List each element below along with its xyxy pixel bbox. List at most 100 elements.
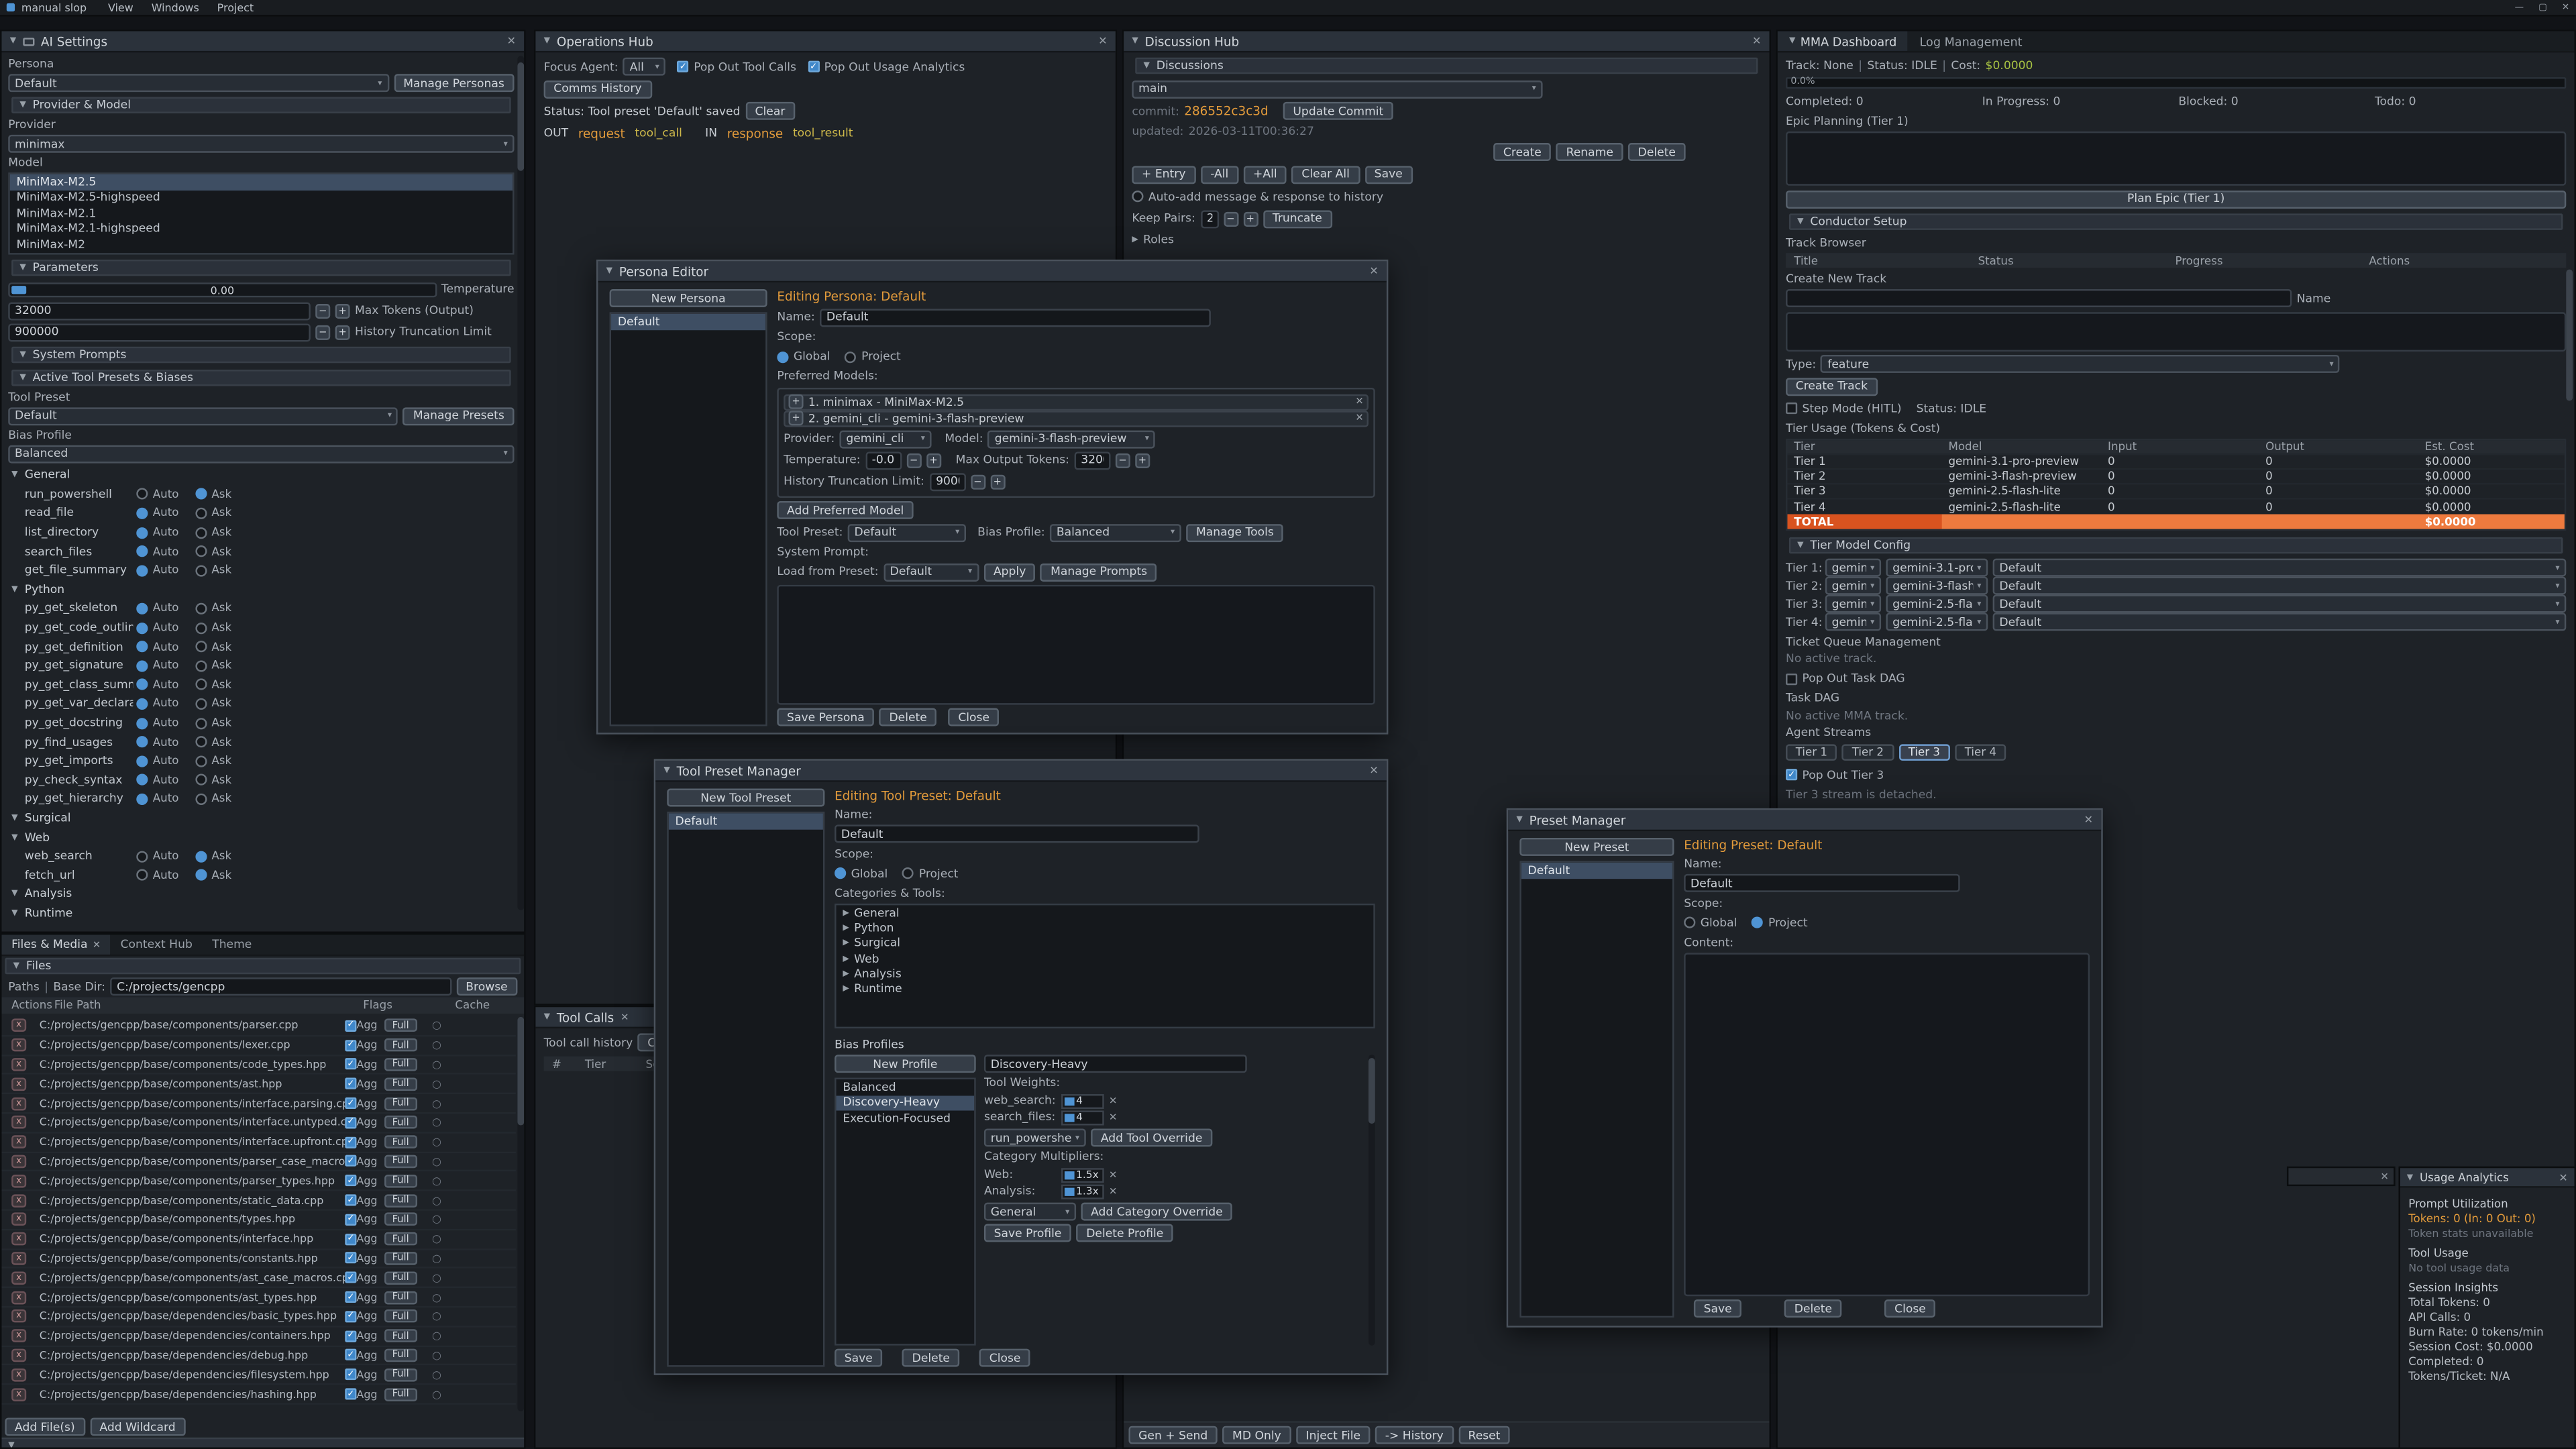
delete-button[interactable]: Delete — [902, 1349, 960, 1367]
remove-file-button[interactable]: x — [11, 1077, 26, 1091]
tier-model-select[interactable]: gemini-3-flash-preview▾ — [1886, 577, 1988, 595]
browse-button[interactable]: Browse — [456, 977, 518, 996]
delete-profile-button[interactable]: Delete Profile — [1077, 1224, 1173, 1242]
focus-agent-select[interactable]: All▾ — [623, 58, 666, 76]
increment-button[interactable]: + — [926, 453, 941, 468]
category-tree-item[interactable]: ▶Runtime — [837, 981, 1374, 997]
collapse-icon[interactable]: ▼ — [544, 36, 550, 46]
full-button[interactable]: Full — [384, 1213, 417, 1226]
tool-call-chip[interactable]: tool_call — [635, 127, 682, 140]
add-tool-select[interactable]: run_powershell▾ — [984, 1128, 1086, 1146]
auto-radio[interactable] — [136, 755, 148, 767]
remove-model-icon[interactable]: ✕ — [1355, 413, 1363, 424]
tier-provider-select[interactable]: gemini_cli▾ — [1825, 577, 1881, 595]
update-commit-button[interactable]: Update Commit — [1283, 102, 1393, 120]
keep-pairs-input[interactable] — [1200, 209, 1218, 227]
tab-context-hub[interactable]: Context Hub — [111, 934, 203, 954]
pop-out-dag-checkbox[interactable]: ✓ — [1786, 673, 1797, 684]
agg-checkbox[interactable]: ✓ — [345, 1136, 356, 1148]
persona-editor-header[interactable]: ▼ Persona Editor ✕ — [598, 261, 1387, 282]
reorder-model-button[interactable]: + — [789, 394, 804, 409]
remove-file-button[interactable]: x — [11, 1368, 26, 1381]
ask-radio[interactable] — [195, 488, 207, 500]
truncate-button[interactable]: Truncate — [1263, 209, 1332, 227]
remove-file-button[interactable]: x — [11, 1330, 26, 1343]
category-tree-item[interactable]: ▶Surgical — [837, 936, 1374, 951]
add-wildcard-button[interactable]: Add Wildcard — [90, 1417, 186, 1436]
multiplier-slider[interactable]: 1.5x — [1061, 1167, 1104, 1182]
remove-file-button[interactable]: x — [11, 1136, 26, 1149]
temperature-input[interactable] — [865, 451, 902, 469]
entry-button[interactable]: Clear All — [1292, 165, 1360, 183]
expand-icon[interactable]: ▶ — [843, 908, 849, 918]
collapse-icon[interactable]: ▼ — [1132, 36, 1138, 46]
auto-radio[interactable] — [136, 717, 148, 729]
decrement-button[interactable]: − — [315, 303, 330, 318]
agg-checkbox[interactable]: ✓ — [345, 1233, 356, 1244]
preset-content-textarea[interactable] — [1684, 953, 2090, 1295]
tier-model-select[interactable]: gemini-3.1-pro-preview▾ — [1886, 559, 1988, 577]
close-dialog-button[interactable]: Close — [1884, 1299, 1935, 1318]
full-button[interactable]: Full — [384, 1116, 417, 1130]
remove-file-button[interactable]: x — [11, 1174, 26, 1187]
parameters-section-header[interactable]: ▼Parameters — [11, 259, 511, 275]
increment-button[interactable]: + — [1243, 211, 1258, 226]
manage-presets-button[interactable]: Manage Presets — [403, 407, 514, 425]
scrollbar-thumb[interactable] — [2566, 270, 2573, 401]
increment-button[interactable]: + — [335, 325, 350, 339]
full-button[interactable]: Full — [384, 1348, 417, 1362]
auto-radio[interactable] — [136, 794, 148, 805]
increment-button[interactable]: + — [335, 303, 350, 318]
manage-prompts-button[interactable]: Manage Prompts — [1040, 563, 1157, 581]
agg-checkbox[interactable]: ✓ — [345, 1097, 356, 1109]
agg-checkbox[interactable]: ✓ — [345, 1330, 356, 1342]
scope-global-radio[interactable] — [835, 867, 846, 879]
ask-radio[interactable] — [195, 641, 207, 652]
tab-mma-dashboard[interactable]: ▼MMA Dashboard — [1778, 32, 1909, 51]
category-tree-item[interactable]: ▶Python — [837, 920, 1374, 936]
bias-profile-select[interactable]: Balanced▾ — [8, 444, 514, 462]
full-button[interactable]: Full — [384, 1310, 417, 1324]
entry-button[interactable]: + Entry — [1132, 165, 1195, 183]
tool-preset-name-input[interactable] — [835, 824, 1199, 843]
close-icon[interactable]: ✕ — [1369, 264, 1378, 278]
ask-radio[interactable] — [195, 755, 207, 767]
tier-model-select[interactable]: gemini-2.5-flash-lite▾ — [1886, 595, 1988, 613]
close-dialog-button[interactable]: Close — [979, 1349, 1030, 1367]
category-tree-item[interactable]: ▶Analysis — [837, 966, 1374, 981]
ask-radio[interactable] — [195, 736, 207, 747]
full-button[interactable]: Full — [384, 1155, 417, 1169]
remove-multiplier-icon[interactable]: ✕ — [1109, 1185, 1117, 1197]
auto-radio[interactable] — [136, 679, 148, 690]
tab-files-media[interactable]: Files & Media✕ — [1, 934, 110, 954]
files-section-header[interactable]: ▼Files — [5, 958, 521, 974]
maximize-icon[interactable]: ▢ — [2538, 3, 2547, 13]
ask-radio[interactable] — [195, 679, 207, 690]
full-button[interactable]: Full — [384, 1174, 417, 1187]
agg-checkbox[interactable]: ✓ — [345, 1059, 356, 1070]
scrollbar-track[interactable] — [517, 56, 524, 910]
model-list-item[interactable]: MiniMax-M2.1 — [10, 205, 513, 221]
add-category-override-button[interactable]: Add Category Override — [1081, 1203, 1232, 1221]
clear-status-button[interactable]: Clear — [745, 102, 795, 120]
collapse-icon[interactable]: ▼ — [19, 349, 25, 359]
tier-model-select[interactable]: gemini-2.5-flash-lite▾ — [1886, 612, 1988, 631]
agg-checkbox[interactable]: ✓ — [345, 1078, 356, 1089]
provider-select[interactable]: minimax▾ — [8, 135, 514, 153]
scope-project-radio[interactable] — [902, 867, 914, 879]
model-select[interactable]: gemini-3-flash-preview▾ — [988, 429, 1156, 447]
stream-tab[interactable]: Tier 3 — [1898, 744, 1950, 760]
collapse-icon[interactable]: ▼ — [19, 262, 25, 272]
remove-file-button[interactable]: x — [11, 1348, 26, 1362]
add-preferred-model-button[interactable]: Add Preferred Model — [777, 501, 914, 519]
auto-radio[interactable] — [136, 603, 148, 614]
expand-icon[interactable]: ▶ — [843, 969, 849, 979]
pop-out-tier-checkbox[interactable]: ✓ — [1786, 769, 1797, 780]
footer-button[interactable]: Inject File — [1296, 1426, 1371, 1444]
model-list-item[interactable]: MiniMax-M2.5 — [10, 174, 513, 190]
auto-radio[interactable] — [136, 508, 148, 519]
preset-manager-header[interactable]: ▼ Preset Manager ✕ — [1508, 810, 2101, 831]
create-discussion-button[interactable]: Create — [1493, 143, 1551, 161]
ask-radio[interactable] — [195, 794, 207, 805]
collapse-icon[interactable]: ▼ — [1797, 539, 1803, 549]
